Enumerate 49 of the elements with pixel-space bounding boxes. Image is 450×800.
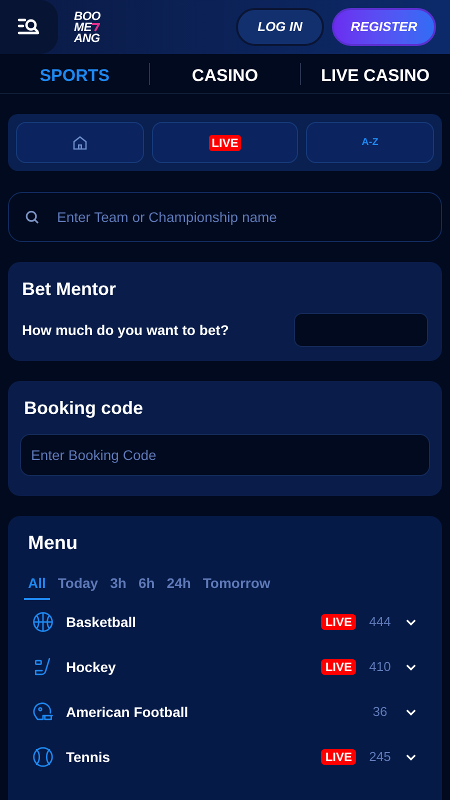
event-count: 410 [368,658,392,676]
menu-title: Menu [28,532,79,556]
menu-search-icon [17,17,41,37]
tennis-ball-icon [32,746,54,768]
event-count: 245 [368,748,392,766]
event-count: 36 [372,703,388,722]
nav-tab[interactable]: SPORTS [0,62,150,84]
home-icon [72,134,88,150]
time-filter-tab[interactable]: All [24,572,50,600]
card-title: Booking code [24,397,144,420]
bet-question: How much do you want to bet? [22,320,229,340]
logo-text: BOO [74,10,100,22]
card-title: Bet Mentor [22,278,117,301]
helmet-icon [32,701,54,723]
sport-name: Basketball [66,612,138,632]
live-badge: LIVE [321,614,356,630]
basketball-icon [32,611,54,633]
a-z-label: A-Z [362,136,378,150]
sport-name: Hockey [66,658,117,677]
live-button[interactable]: LIVE [152,122,298,163]
booking-code-field[interactable]: Enter Booking Code [20,434,430,476]
time-filter-tab[interactable]: 6h [134,572,159,600]
sport-name: Tennis [66,748,112,766]
a-z-button[interactable]: A-Z [306,122,434,163]
search-field[interactable]: Enter Team or Championship name [8,192,442,242]
logo-text: ME [74,22,92,32]
time-filter-tab[interactable]: 24h [162,572,195,600]
login-button[interactable]: LOG IN [236,8,324,46]
nav-tab[interactable]: CASINO [149,62,300,84]
register-button[interactable]: REGISTER [332,8,436,46]
live-badge: LIVE [208,134,242,150]
logo-mark-icon [91,22,100,32]
live-badge: LIVE [321,659,356,675]
sport-row[interactable]: Hockey LIVE 410 [16,644,434,690]
time-filter-tab[interactable]: Today [54,572,102,600]
home-button[interactable] [16,122,144,163]
sport-row[interactable]: American Football 36 [16,690,434,734]
search-icon [24,209,40,225]
nav-tab[interactable]: LIVE CASINO [300,62,450,84]
sport-row[interactable]: Tennis LIVE 245 [16,734,434,780]
sport-name: American Football [66,702,190,722]
time-filter-tab[interactable]: Tomorrow [198,572,274,600]
bet-amount-field[interactable] [294,313,428,347]
time-filter-tab[interactable]: 3h [106,572,130,600]
menu-search-button[interactable] [0,0,58,54]
logo-text: ANG [74,32,100,44]
live-badge: LIVE [321,749,356,765]
event-count: 444 [368,613,392,632]
sport-row[interactable]: Basketball LIVE 444 [16,600,434,644]
